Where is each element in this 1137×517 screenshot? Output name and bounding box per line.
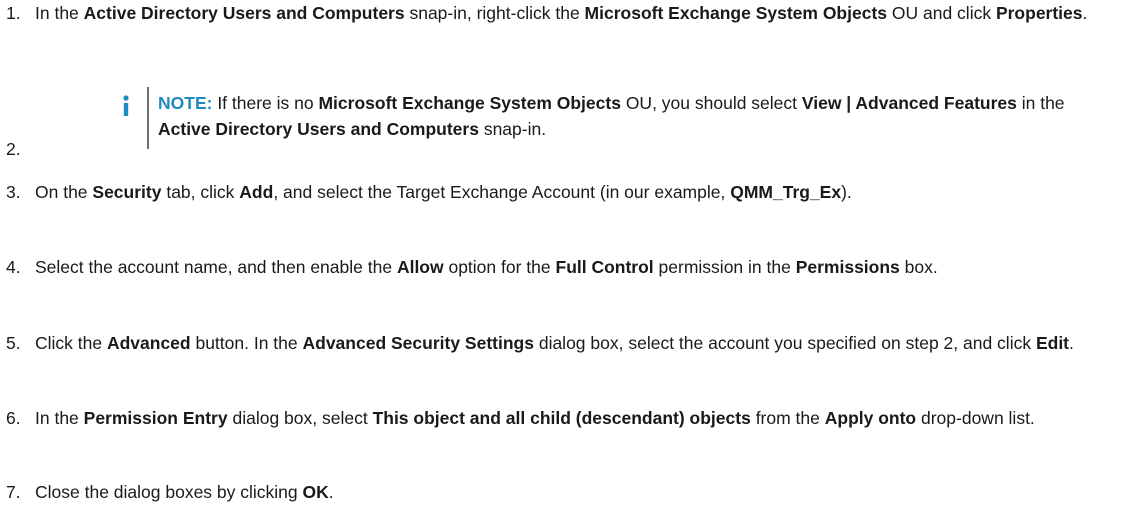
step-4: 4. Select the account name, and then ena… [0, 254, 1125, 280]
step-text: In the Active Directory Users and Comput… [35, 3, 1088, 23]
step-5: 5. Click the Advanced button. In the Adv… [0, 330, 1125, 356]
step-text: In the Permission Entry dialog box, sele… [35, 408, 1035, 428]
step-number: 6. [6, 408, 21, 428]
step-text: On the Security tab, click Add, and sele… [35, 182, 852, 202]
instruction-steps: 1. In the Active Directory Users and Com… [0, 0, 1137, 517]
note-text: NOTE: If there is no Microsoft Exchange … [158, 93, 1065, 139]
step-number: 5. [6, 333, 21, 353]
note-label: NOTE: [158, 93, 213, 113]
step-1: 1. In the Active Directory Users and Com… [0, 0, 1125, 26]
step-number: 1. [6, 3, 21, 23]
step-number: 7. [6, 482, 21, 502]
step-number: 4. [6, 257, 21, 277]
step-7: 7. Close the dialog boxes by clicking OK… [0, 479, 1125, 505]
step-6: 6. In the Permission Entry dialog box, s… [0, 405, 1125, 431]
step-number: 2. [6, 139, 21, 159]
info-icon [118, 94, 134, 118]
note-divider [147, 87, 149, 149]
step-number: 3. [6, 182, 21, 202]
step-text: Close the dialog boxes by clicking OK. [35, 482, 334, 502]
step-text: Click the Advanced button. In the Advanc… [35, 333, 1074, 353]
step-text: Select the account name, and then enable… [35, 257, 938, 277]
step-3: 3. On the Security tab, click Add, and s… [0, 179, 1125, 205]
note-callout: NOTE: If there is no Microsoft Exchange … [114, 87, 1124, 149]
